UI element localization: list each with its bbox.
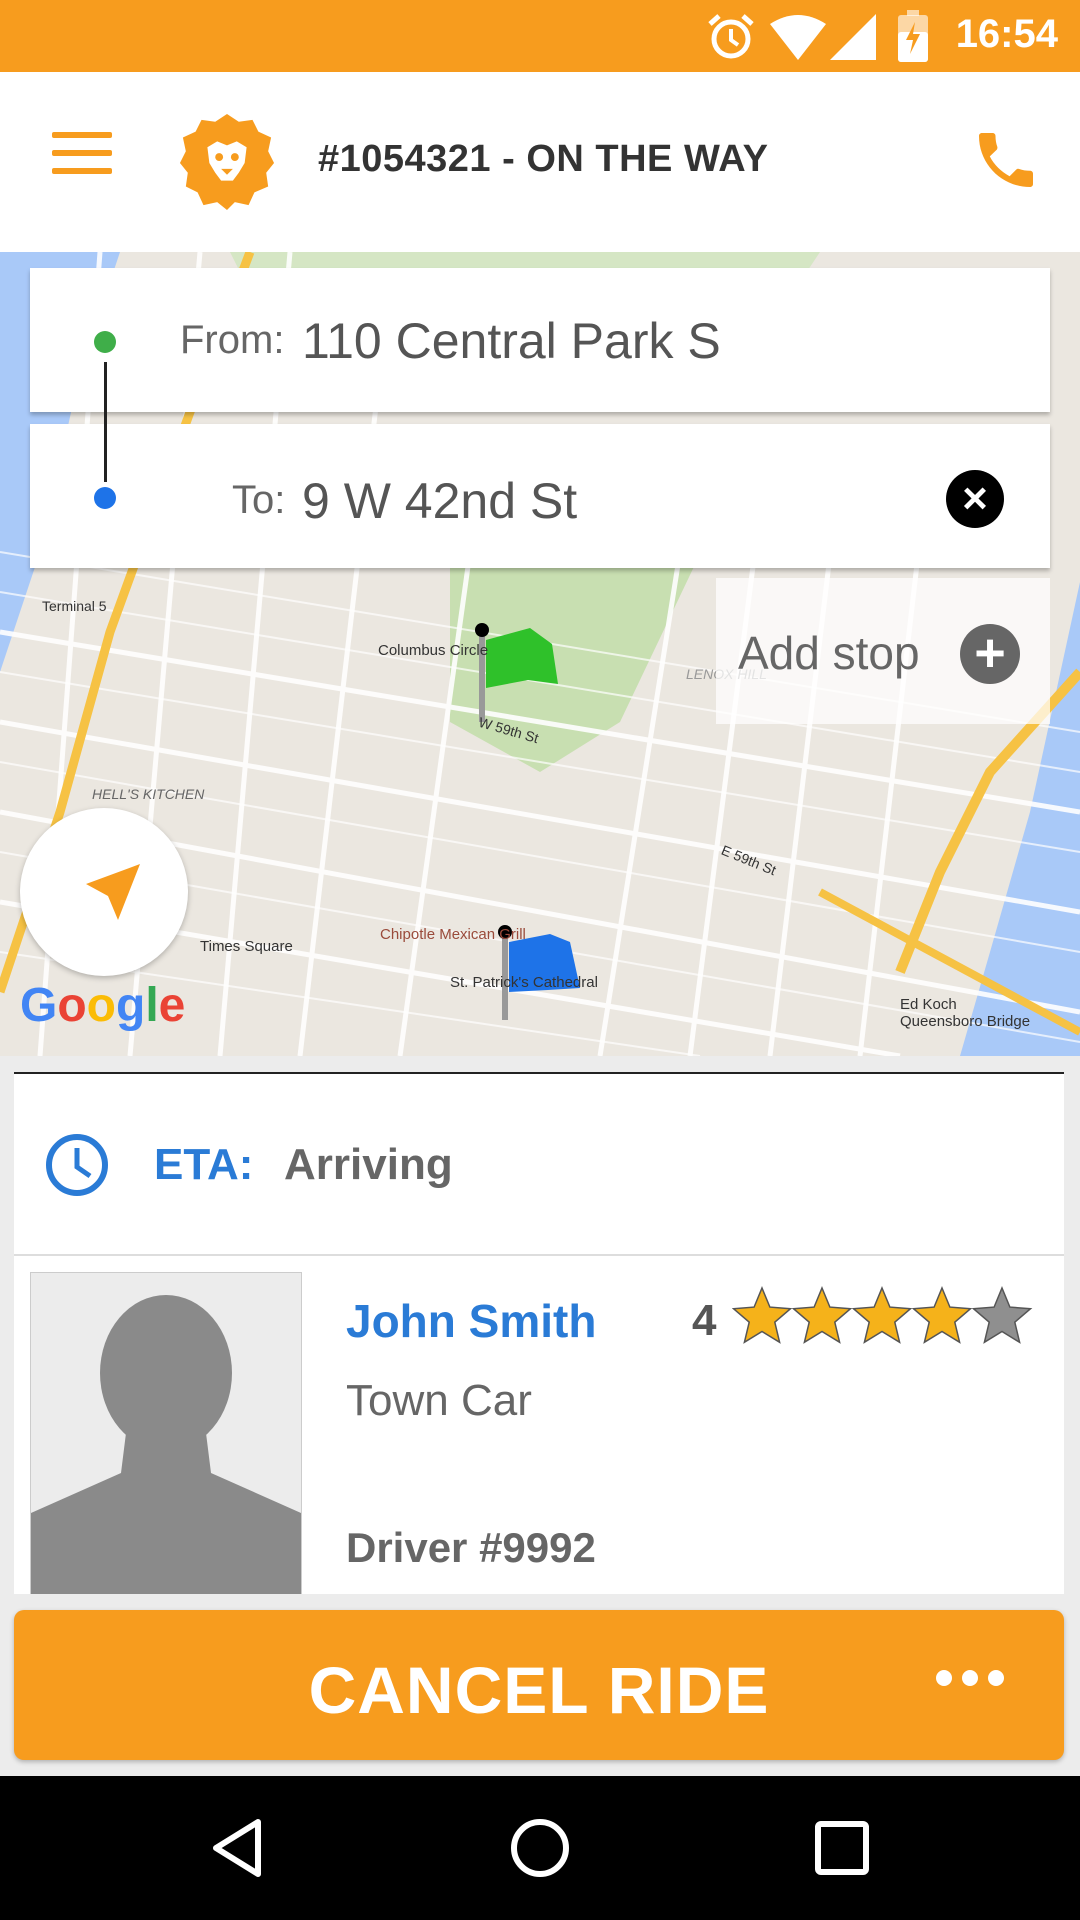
driver-number: Driver #9992 xyxy=(346,1524,596,1571)
signal-icon xyxy=(830,14,876,60)
star-filled-icon xyxy=(851,1286,913,1344)
star-filled-icon xyxy=(732,1286,793,1344)
map-label: Columbus Circle xyxy=(378,642,489,659)
map-label: Times Square xyxy=(200,938,293,955)
eta-value: Arriving xyxy=(284,1140,453,1189)
driver-name: John Smith xyxy=(346,1295,597,1347)
star-filled-icon xyxy=(791,1286,853,1344)
star-empty-icon xyxy=(971,1286,1033,1344)
status-bar: 16:54 xyxy=(0,0,1080,72)
home-icon[interactable] xyxy=(508,1816,572,1880)
cancel-ride-button[interactable]: CANCEL RIDE xyxy=(14,1610,1064,1760)
phone-icon[interactable] xyxy=(970,124,1042,196)
hamburger-icon[interactable] xyxy=(52,132,112,182)
lion-logo xyxy=(179,113,275,210)
ride-info-panel: ETA: Arriving John Smith Town Car Driver… xyxy=(14,1072,1064,1594)
dropoff-address: 9 W 42nd St xyxy=(302,473,578,529)
close-icon[interactable]: × xyxy=(946,470,1004,528)
driver-avatar xyxy=(30,1272,302,1594)
star-rating xyxy=(732,1286,1033,1344)
app-bar: #1054321 - ON THE WAY xyxy=(0,72,1080,252)
map-label: Terminal 5 xyxy=(42,598,107,614)
clock-icon xyxy=(46,1134,108,1196)
battery-charging-icon xyxy=(898,10,928,62)
pickup-dot xyxy=(94,331,116,353)
map-label: HELL'S KITCHEN xyxy=(92,786,205,802)
cancel-ride-label: CANCEL RIDE xyxy=(308,1653,770,1727)
page-title: #1054321 - ON THE WAY xyxy=(318,138,769,180)
map-label: Ed Koch Queensboro Bridge xyxy=(900,996,1031,1030)
star-filled-icon xyxy=(911,1286,973,1344)
dropoff-address-field[interactable]: To: 9 W 42nd St × xyxy=(30,424,1050,568)
back-icon[interactable] xyxy=(206,1816,270,1880)
map-label: Chipotle Mexican Grill xyxy=(380,926,526,943)
vehicle-type: Town Car xyxy=(346,1376,532,1425)
eta-label: ETA: xyxy=(154,1140,254,1189)
add-stop-label: Add stop xyxy=(738,627,920,679)
dropoff-dot xyxy=(94,487,116,509)
system-nav-bar xyxy=(0,1776,1080,1920)
pickup-address-field[interactable]: From: 110 Central Park S xyxy=(30,268,1050,412)
google-attribution: Google xyxy=(20,979,186,1032)
eta-row: ETA: Arriving xyxy=(14,1074,1064,1256)
plus-icon: + xyxy=(960,624,1020,684)
recents-icon[interactable] xyxy=(812,1818,872,1878)
rating-value: 4 xyxy=(692,1296,717,1345)
from-label: From: xyxy=(180,318,285,362)
add-stop-button[interactable]: Add stop + xyxy=(716,578,1050,724)
pickup-address: 110 Central Park S xyxy=(302,313,721,369)
map-label: St. Patrick's Cathedral xyxy=(450,974,598,991)
status-time: 16:54 xyxy=(955,12,1058,56)
wifi-icon xyxy=(770,15,826,60)
route-connector xyxy=(104,362,107,482)
to-label: To: xyxy=(232,478,286,522)
alarm-icon xyxy=(708,14,754,59)
navigation-arrow-icon xyxy=(86,864,140,920)
more-dots-icon[interactable] xyxy=(936,1670,1016,1690)
my-location-button[interactable] xyxy=(20,808,188,976)
